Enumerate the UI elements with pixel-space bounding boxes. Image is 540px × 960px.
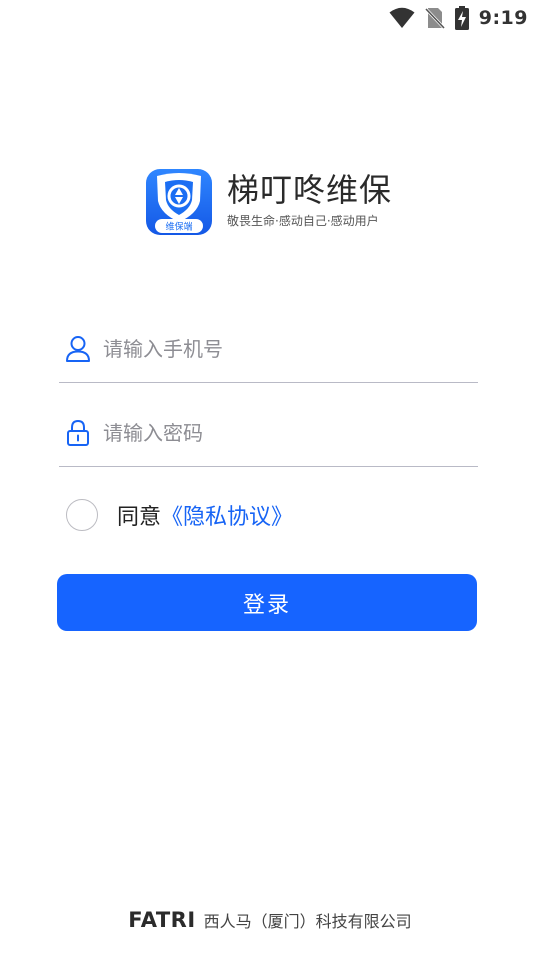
status-bar: 9:19 bbox=[0, 0, 540, 36]
battery-charging-icon bbox=[454, 6, 469, 30]
privacy-policy-link[interactable]: 《隐私协议》 bbox=[161, 499, 293, 531]
phone-field bbox=[59, 326, 478, 383]
footer: FATRI 西人马（厦门）科技有限公司 bbox=[0, 905, 540, 935]
agree-label: 同意 bbox=[117, 505, 162, 530]
company-name: 西人马（厦门）科技有限公司 bbox=[203, 912, 412, 931]
app-logo: 维保端 bbox=[145, 168, 213, 236]
status-time: 9:19 bbox=[478, 7, 528, 29]
app-slogan: 敬畏生命·感动自己·感动用户 bbox=[227, 214, 379, 228]
status-icons: 9:19 bbox=[389, 5, 528, 31]
phone-input[interactable] bbox=[103, 332, 463, 366]
lock-icon bbox=[65, 419, 91, 447]
login-button[interactable]: 登录 bbox=[57, 574, 477, 631]
company-logo: FATRI bbox=[128, 908, 196, 932]
agree-checkbox[interactable] bbox=[66, 499, 98, 531]
wifi-icon bbox=[389, 7, 415, 29]
user-icon bbox=[65, 335, 91, 363]
password-input[interactable] bbox=[103, 416, 463, 450]
privacy-agreement: 同意 《隐私协议》 bbox=[66, 497, 293, 533]
app-title: 梯叮咚维保 bbox=[227, 171, 393, 209]
brand-header: 维保端 梯叮咚维保 敬畏生命·感动自己·感动用户 bbox=[145, 168, 405, 238]
no-sim-icon bbox=[424, 6, 445, 30]
password-field bbox=[59, 410, 478, 467]
logo-badge-text: 维保端 bbox=[165, 221, 192, 233]
